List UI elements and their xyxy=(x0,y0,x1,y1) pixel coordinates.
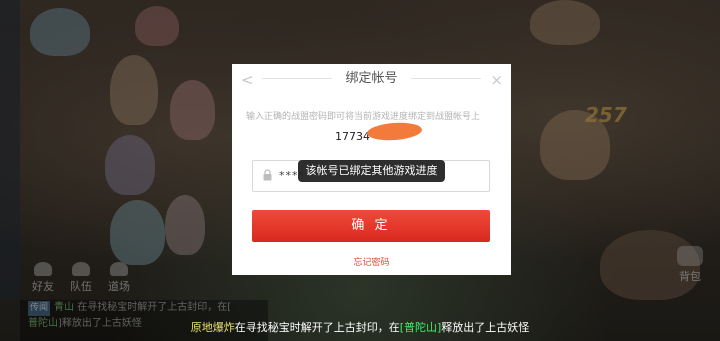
system-ticker: 原地爆炸在寻找秘宝时解开了上古封印，在[普陀山]释放出了上古妖怪 xyxy=(0,317,720,339)
lock-icon xyxy=(263,169,272,181)
ticker-player-name: 原地爆炸 xyxy=(190,321,235,334)
forgot-password-link[interactable]: 忘记密码 xyxy=(232,255,511,268)
ticker-place: [普陀山] xyxy=(399,321,442,334)
redaction-mark xyxy=(366,121,423,142)
close-icon[interactable]: × xyxy=(490,70,503,90)
ticker-text-1: 在寻找秘宝时解开了上古封印，在 xyxy=(234,321,400,334)
dialog-description: 输入正确的战盟密码即可将当前游戏进度绑定到战盟帐号上 xyxy=(246,112,481,122)
confirm-button[interactable]: 确 定 xyxy=(252,210,490,242)
ticker-text-2: 释放出了上古妖怪 xyxy=(441,321,530,334)
dialog-title: 绑定帐号 xyxy=(345,71,398,86)
title-divider-right xyxy=(411,78,481,79)
error-toast: 该帐号已绑定其他游戏进度 xyxy=(298,160,445,182)
account-number: 17734 xyxy=(335,130,370,143)
